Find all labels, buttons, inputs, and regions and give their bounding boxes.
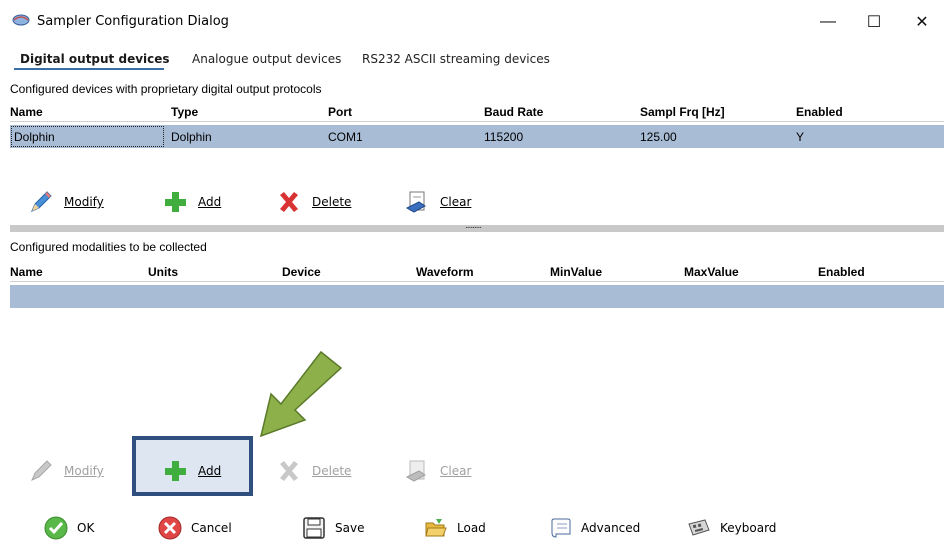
column-header-baud-rate[interactable]: Baud Rate xyxy=(484,105,543,119)
pencil-icon xyxy=(28,189,54,215)
tab-rs232-ascii-streaming-devices[interactable]: RS232 ASCII streaming devices xyxy=(362,52,550,66)
devices-delete-label: Delete xyxy=(312,195,352,209)
modalities-grid-header: Name Units Device Waveform MinValue MaxV… xyxy=(10,262,944,282)
modalities-add-button[interactable]: Add xyxy=(162,456,221,486)
cell-type[interactable]: Dolphin xyxy=(171,130,212,144)
column-header-enabled[interactable]: Enabled xyxy=(818,265,865,279)
app-icon xyxy=(12,14,30,26)
column-header-port[interactable]: Port xyxy=(328,105,352,119)
cell-name[interactable]: Dolphin xyxy=(14,130,55,144)
column-header-sample-frequency[interactable]: Sampl Frq [Hz] xyxy=(640,105,725,119)
keyboard-button[interactable]: Keyboard xyxy=(687,515,776,541)
column-header-name[interactable]: Name xyxy=(10,265,43,279)
devices-modify-button[interactable]: Modify xyxy=(28,187,104,217)
column-header-units[interactable]: Units xyxy=(148,265,178,279)
devices-delete-button[interactable]: Delete xyxy=(276,187,351,217)
modalities-delete-label: Delete xyxy=(312,464,352,478)
devices-clear-button[interactable]: Clear xyxy=(404,187,471,217)
title-bar: Sampler Configuration Dialog — ☐ ✕ xyxy=(0,0,944,36)
modalities-modify-label: Modify xyxy=(64,464,104,478)
column-header-waveform[interactable]: Waveform xyxy=(416,265,474,279)
save-button[interactable]: Save xyxy=(302,515,364,541)
devices-add-label: Add xyxy=(198,195,222,209)
cancel-icon xyxy=(158,516,182,540)
cancel-button[interactable]: Cancel xyxy=(158,515,232,541)
splitter-handle[interactable]: ......... xyxy=(10,220,944,232)
advanced-button[interactable]: Advanced xyxy=(548,515,640,541)
column-header-type[interactable]: Type xyxy=(171,105,198,119)
devices-grid-header: Name Type Port Baud Rate Sampl Frq [Hz] … xyxy=(10,102,944,122)
check-icon xyxy=(44,516,68,540)
ok-button[interactable]: OK xyxy=(44,515,94,541)
active-tab-indicator xyxy=(14,68,164,70)
load-label: Load xyxy=(457,521,486,535)
tab-analogue-output-devices[interactable]: Analogue output devices xyxy=(192,52,341,66)
devices-add-button[interactable]: Add xyxy=(162,187,221,217)
eraser-icon xyxy=(404,458,430,484)
column-header-minvalue[interactable]: MinValue xyxy=(550,265,602,279)
splitter-grip: ......... xyxy=(465,220,482,231)
pencil-icon xyxy=(28,458,54,484)
table-row[interactable]: Dolphin Dolphin COM1 115200 125.00 Y xyxy=(10,125,944,148)
plus-icon xyxy=(162,189,188,215)
modalities-section-label: Configured modalities to be collected xyxy=(10,240,207,254)
column-header-device[interactable]: Device xyxy=(282,265,321,279)
delete-x-icon xyxy=(276,458,302,484)
table-row[interactable] xyxy=(10,285,944,308)
floppy-disk-icon xyxy=(302,516,326,540)
scroll-icon xyxy=(548,516,572,540)
plus-icon xyxy=(162,458,188,484)
devices-clear-label: Clear xyxy=(440,195,472,209)
save-label: Save xyxy=(335,521,365,535)
green-arrow-annotation xyxy=(259,350,343,438)
advanced-label: Advanced xyxy=(581,521,641,535)
close-button[interactable]: ✕ xyxy=(900,8,944,36)
cell-sample-frequency[interactable]: 125.00 xyxy=(640,130,677,144)
minimize-button[interactable]: — xyxy=(806,8,850,36)
cancel-label: Cancel xyxy=(191,521,232,535)
maximize-button[interactable]: ☐ xyxy=(852,8,896,36)
devices-modify-label: Modify xyxy=(64,195,104,209)
cell-port[interactable]: COM1 xyxy=(328,130,363,144)
folder-open-icon xyxy=(424,516,448,540)
modalities-delete-button[interactable]: Delete xyxy=(276,456,351,486)
modalities-clear-label: Clear xyxy=(440,464,472,478)
devices-section-label: Configured devices with proprietary digi… xyxy=(10,82,322,96)
eraser-icon xyxy=(404,189,430,215)
keyboard-icon xyxy=(687,516,711,540)
ok-label: OK xyxy=(77,521,95,535)
column-header-enabled[interactable]: Enabled xyxy=(796,105,843,119)
column-header-maxvalue[interactable]: MaxValue xyxy=(684,265,739,279)
delete-x-icon xyxy=(276,189,302,215)
cell-baud-rate[interactable]: 115200 xyxy=(484,130,523,144)
keyboard-label: Keyboard xyxy=(720,521,777,535)
cell-enabled[interactable]: Y xyxy=(796,130,804,144)
modalities-clear-button[interactable]: Clear xyxy=(404,456,471,486)
modalities-modify-button[interactable]: Modify xyxy=(28,456,104,486)
window-title: Sampler Configuration Dialog xyxy=(37,14,229,29)
tab-digital-output-devices[interactable]: Digital output devices xyxy=(20,52,170,66)
load-button[interactable]: Load xyxy=(424,515,486,541)
column-header-name[interactable]: Name xyxy=(10,105,43,119)
modalities-add-label: Add xyxy=(198,464,222,478)
